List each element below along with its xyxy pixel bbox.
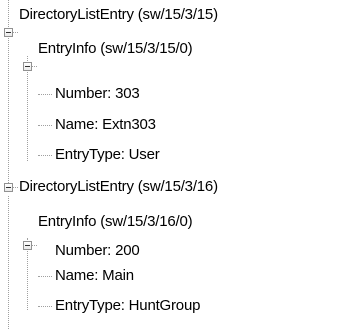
tree-connector	[13, 32, 18, 33]
tree-node-entry-info[interactable]: EntryInfo (sw/15/3/15/0)	[38, 39, 193, 59]
tree-node-directory-list-entry[interactable]: DirectoryListEntry (sw/15/3/15)	[19, 5, 218, 25]
tree-connector	[38, 94, 52, 95]
collapse-toggle[interactable]	[4, 28, 13, 37]
tree-leaf-number[interactable]: Number: 303	[55, 84, 140, 104]
tree-connector	[32, 245, 37, 246]
tree-connector	[27, 56, 28, 161]
collapse-toggle[interactable]	[23, 62, 32, 71]
collapse-toggle[interactable]	[23, 241, 32, 250]
tree-leaf-number[interactable]: Number: 200	[55, 241, 140, 261]
tree-node-directory-list-entry[interactable]: DirectoryListEntry (sw/15/3/16)	[19, 177, 218, 197]
tree-node-entry-info[interactable]: EntryInfo (sw/15/3/16/0)	[38, 212, 193, 232]
tree-connector	[13, 187, 18, 188]
tree-leaf-name[interactable]: Name: Extn303	[55, 115, 156, 135]
tree-leaf-name[interactable]: Name: Main	[55, 266, 134, 286]
tree-connector	[32, 66, 37, 67]
tree-connector	[38, 125, 52, 126]
tree-connector	[8, 196, 9, 329]
tree-leaf-entry-type[interactable]: EntryType: User	[55, 145, 160, 165]
collapse-toggle[interactable]	[4, 183, 13, 192]
tree-connector	[38, 276, 52, 277]
tree-connector	[38, 155, 52, 156]
tree-leaf-entry-type[interactable]: EntryType: HuntGroup	[55, 296, 200, 316]
tree-view[interactable]: DirectoryListEntry (sw/15/3/15) EntryInf…	[0, 0, 342, 329]
tree-connector	[38, 306, 52, 307]
